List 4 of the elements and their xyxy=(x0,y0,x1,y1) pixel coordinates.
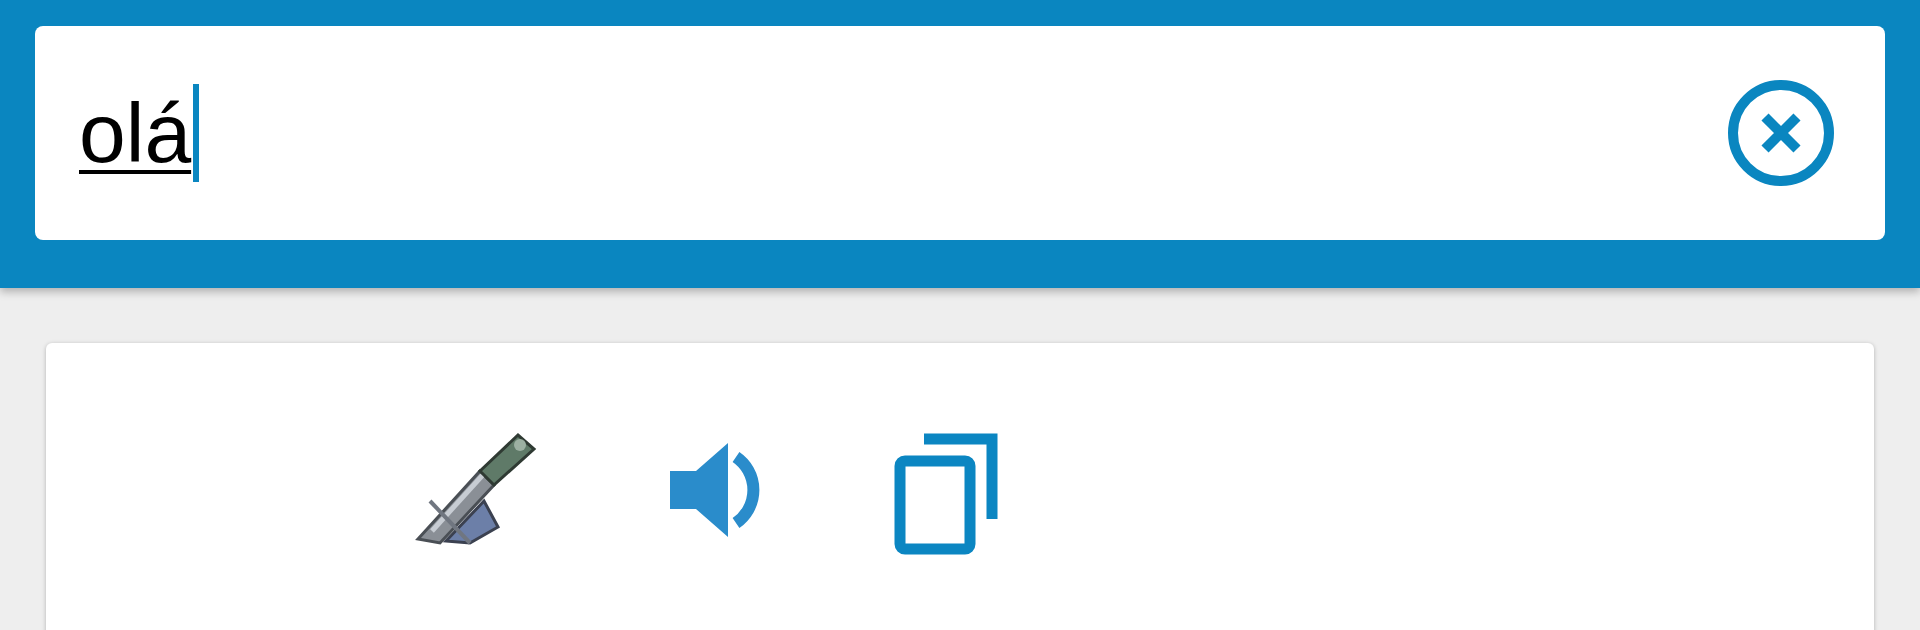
search-field[interactable]: olá xyxy=(35,26,1885,240)
search-text: olá xyxy=(79,91,192,175)
copy-icon[interactable] xyxy=(894,431,1000,555)
clear-icon[interactable] xyxy=(1727,79,1835,187)
